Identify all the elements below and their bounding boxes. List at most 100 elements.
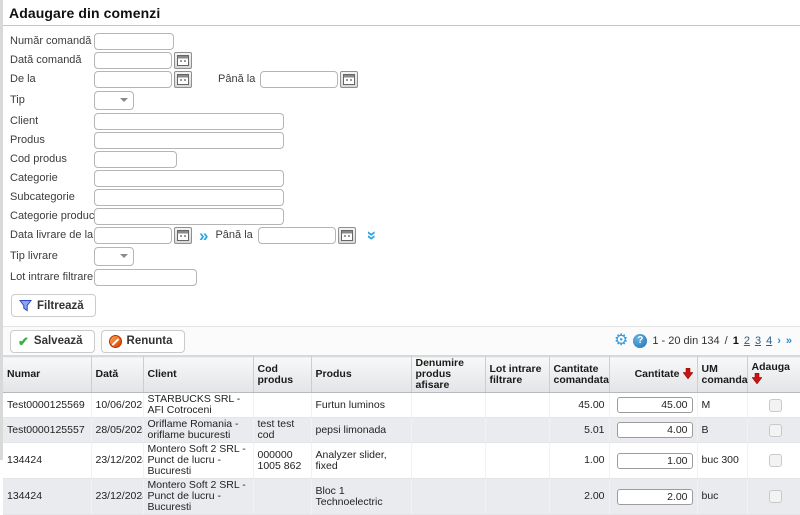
pagination-next-button[interactable]: › [777,335,781,347]
cantitate-input[interactable] [617,453,693,469]
data-livrare-pana-la-input[interactable] [258,227,336,244]
calendar-icon[interactable] [340,71,358,88]
save-button-label: Salvează [34,335,83,347]
cantitate-input[interactable] [617,422,693,438]
calendar-icon[interactable] [174,71,192,88]
cod-produs-input[interactable] [94,151,177,168]
client-label: Client [10,115,94,127]
de-la-datewrap [94,71,192,88]
cell-denumire [411,479,485,515]
cell-cant-comandata: 5.01 [549,418,609,443]
cell-lot [485,418,549,443]
calendar-icon[interactable] [174,52,192,69]
col-header-lot[interactable]: Lot intrare filtrare [485,357,549,393]
cell-denumire [411,443,485,479]
col-header-numar[interactable]: Numar [3,357,91,393]
data-livrare-datewrap [94,227,192,244]
calendar-icon[interactable] [174,227,192,244]
help-icon[interactable]: ? [633,334,647,348]
col-header-client[interactable]: Client [143,357,253,393]
col-header-cod-produs[interactable]: Cod produs [253,357,311,393]
de-la-input[interactable] [94,71,172,88]
data-comanda-input[interactable] [94,52,172,69]
adauga-checkbox[interactable] [769,424,782,437]
subcategorie-label: Subcategorie [10,191,94,203]
cell-lot [485,393,549,418]
col-header-produs[interactable]: Produs [311,357,411,393]
cancel-button[interactable]: Renunta [101,330,185,353]
filtreaza-button-label: Filtrează [37,300,84,312]
cell-um: B [697,418,747,443]
cell-client: STARBUCKS SRL - AFI Cotroceni [143,393,253,418]
cell-data: 10/06/2025 [91,393,143,418]
subcategorie-input[interactable] [94,189,284,206]
cell-cantitate [609,418,697,443]
cell-cod-produs [253,479,311,515]
table-row: Test0000125569 10/06/2025 STARBUCKS SRL … [3,393,800,418]
categorie-productie-label: Categorie productie [10,210,94,222]
lot-intrare-input[interactable] [94,269,197,286]
filtreaza-button[interactable]: Filtrează [11,294,96,317]
sort-arrow-down-icon[interactable] [752,373,762,387]
data-livrare-label: Data livrare de la [10,229,94,241]
sort-arrow-down-icon[interactable] [683,368,693,382]
data-comanda-label: Dată comandă [10,54,94,66]
col-header-cantitate[interactable]: Cantitate [609,357,697,393]
cantitate-header-label: Cantitate [635,369,680,380]
cell-cant-comandata: 45.00 [549,393,609,418]
cell-produs: Furtun luminos [311,393,411,418]
cell-um: M [697,393,747,418]
produs-input[interactable] [94,132,284,149]
adauga-checkbox[interactable] [769,490,782,503]
cantitate-input[interactable] [617,489,693,505]
adauga-checkbox[interactable] [769,454,782,467]
cell-adauga [747,443,800,479]
cell-cant-comandata: 1.00 [549,443,609,479]
cell-adauga [747,479,800,515]
pagination-page-3[interactable]: 3 [755,335,761,347]
toolbar: ✔ Salvează Renunta ⚙ ? 1 - 20 din 134 / … [3,326,800,356]
gear-icon[interactable]: ⚙ [614,333,628,349]
col-header-cant-comandata[interactable]: Cantitate comandata [549,357,609,393]
chevron-double-down-icon[interactable]: » [364,230,381,239]
save-button[interactable]: ✔ Salvează [10,330,95,353]
orders-table: Numar Dată Client Cod produs Produs Denu… [3,356,800,515]
cantitate-input[interactable] [617,397,693,413]
filter-icon [19,299,32,312]
calendar-icon[interactable] [338,227,356,244]
data-livrare-pana-la-label: Până la [215,229,252,241]
table-row: Test0000125557 28/05/2025 Oriflame Roman… [3,418,800,443]
cell-produs: Analyzer slider, fixed [311,443,411,479]
tip-select[interactable] [94,91,134,110]
client-input[interactable] [94,113,284,130]
pagination-page-4[interactable]: 4 [766,335,772,347]
pana-la-input[interactable] [260,71,338,88]
filter-row-categorie-productie: Categorie productie [10,208,800,224]
filter-row-tip-livrare: Tip livrare [10,246,800,266]
col-header-adauga[interactable]: Adauga [747,357,800,393]
adauga-checkbox[interactable] [769,399,782,412]
col-header-denumire[interactable]: Denumire produs afisare [411,357,485,393]
cancel-button-label: Renunta [127,335,173,347]
pagination-page-2[interactable]: 2 [744,335,750,347]
filter-row-tip: Tip [10,90,800,110]
cell-lot [485,479,549,515]
table-row: 134424 23/12/2024 Montero Soft 2 SRL - P… [3,479,800,515]
col-header-um[interactable]: UM comanda [697,357,747,393]
data-livrare-de-la-input[interactable] [94,227,172,244]
categorie-productie-input[interactable] [94,208,284,225]
filter-row-client: Client [10,113,800,129]
categorie-input[interactable] [94,170,284,187]
col-header-data[interactable]: Dată [91,357,143,393]
chevron-double-right-icon[interactable]: » [199,227,208,244]
numar-comanda-input[interactable] [94,33,174,50]
pagination-last-button[interactable]: » [786,335,792,347]
cell-numar: Test0000125557 [3,418,91,443]
check-icon: ✔ [18,335,29,348]
cell-denumire [411,393,485,418]
pana-la-label: Până la [218,73,255,85]
tip-livrare-select[interactable] [94,247,134,266]
cell-numar: 134424 [3,443,91,479]
cell-produs: Bloc 1 Technoelectric [311,479,411,515]
pagination: ⚙ ? 1 - 20 din 134 / 1 2 3 4 › » [614,333,792,349]
